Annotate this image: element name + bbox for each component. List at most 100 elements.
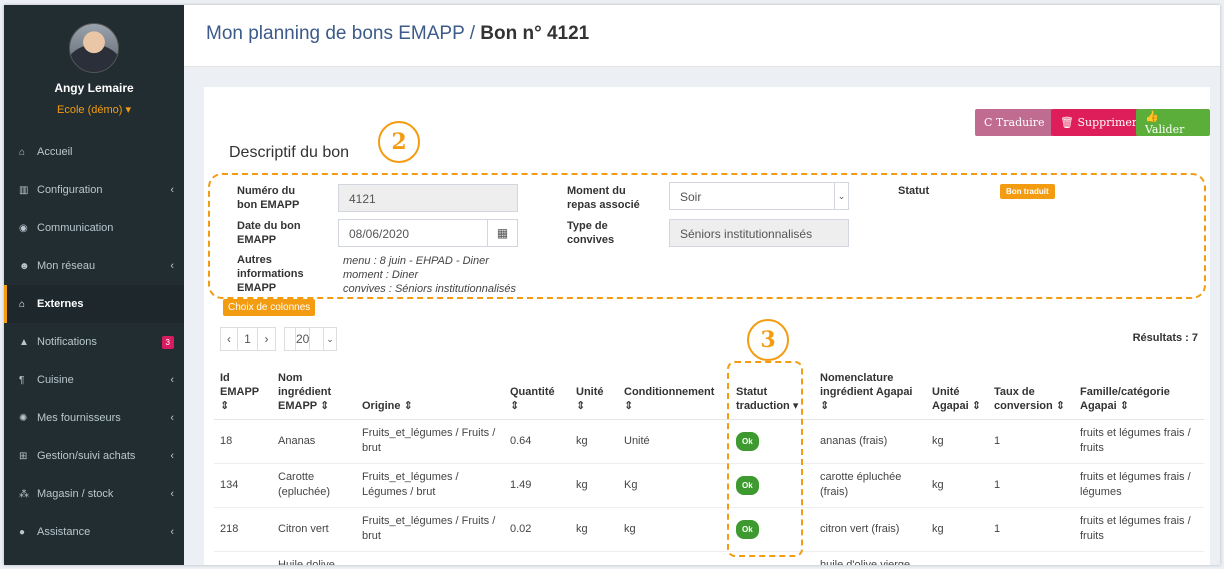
moment-label: Moment du repas associé [567, 185, 640, 211]
traduire-button[interactable]: C Traduire [975, 109, 1054, 136]
sidebar-item-5[interactable]: ▲ Notifications 3 [4, 323, 184, 361]
statut-label: Statut [898, 185, 930, 197]
table-row[interactable]: 18 Ananas Fruits_et_légumes / Fruits / bru… [214, 418, 1204, 463]
main-content: Mon planning de bons EMAPP / Bon n° 4121… [184, 5, 1220, 565]
callout-2: 2 [378, 121, 420, 163]
sidebar-item-0[interactable]: ⌂ Accueil [4, 133, 184, 171]
sidebar-item-label: Gestion/suivi achats [37, 450, 136, 462]
sidebar-item-2[interactable]: ◉ Communication [4, 209, 184, 247]
column-header[interactable]: Famille/catégorie Agapai ⇕ [1074, 361, 1204, 420]
chevron-down-icon: ⌄ [323, 327, 337, 351]
table-row[interactable]: 134 Carotte (epluchée) Fruits_et_légumes /… [214, 462, 1204, 507]
table-cell: fruits et légumes frais / légumes [1074, 462, 1204, 507]
type-label: Type de convives [567, 220, 615, 246]
table-cell: Citron vert [272, 506, 356, 551]
table-header-row: Id EMAPP ⇕ Nom ingrédient EMAPP ⇕ Origine … [214, 361, 1204, 420]
page-size-select[interactable]: 20 ⌄ [284, 327, 337, 351]
status-badge: Bon traduit [1000, 184, 1055, 199]
table-cell: 0.64 [504, 418, 570, 463]
pagination: ‹ 1 › 20 ⌄ [220, 327, 337, 351]
sidebar-item-label: Mes fournisseurs [37, 412, 121, 424]
table-cell: fruits et légumes frais / fruits [1074, 506, 1204, 551]
table-cell: Fruits_et_légumes / Fruits / brut [356, 418, 504, 463]
table-cell [356, 550, 504, 565]
sidebar-item-label: Notifications [37, 336, 97, 348]
column-header[interactable]: Unité ⇕ [570, 361, 618, 420]
table-cell: kg [570, 462, 618, 507]
sidebar-item-10[interactable]: ● Assistance ‹ [4, 513, 184, 551]
table-cell: kg [570, 506, 618, 551]
table-cell: kg [926, 506, 988, 551]
sidebar-item-9[interactable]: ⁂ Magasin / stock ‹ [4, 475, 184, 513]
table-cell: ananas (frais) [814, 418, 926, 463]
table-cell [214, 550, 272, 565]
ingredients-table: Id EMAPP ⇕ Nom ingrédient EMAPP ⇕ Origine … [214, 361, 1204, 565]
column-header[interactable]: Unité Agapai ⇕ [926, 361, 988, 420]
chevron-left-icon: ‹ [170, 450, 174, 462]
table-cell: citron vert (frais) [814, 506, 926, 551]
chevron-left-icon: ‹ [170, 412, 174, 424]
valider-button[interactable]: 👍 Valider [1136, 109, 1210, 136]
next-page-button[interactable]: › [258, 327, 276, 351]
sidebar-item-label: Communication [37, 222, 114, 234]
statut-traduction-highlight [727, 361, 803, 557]
column-header[interactable]: Nom ingrédient EMAPP ⇕ [272, 361, 356, 420]
prev-page-button[interactable]: ‹ [220, 327, 238, 351]
table-cell: 1.49 [504, 462, 570, 507]
sidebar-item-3[interactable]: ☻ Mon réseau ‹ [4, 247, 184, 285]
column-header[interactable]: Nomenclature ingrédient Agapai ⇕ [814, 361, 926, 420]
table-cell: 1 [988, 506, 1074, 551]
moment-value: Soir [680, 190, 702, 204]
sidebar: Angy Lemaire Ecole (démo) ▾ ⌂ Accueil ▥ Con… [4, 5, 184, 565]
sidebar-menu: ⌂ Accueil ▥ Configuration ‹ ◉ Communication ☻ Mo… [4, 133, 184, 551]
chevron-left-icon: ‹ [170, 184, 174, 196]
sidebar-item-6[interactable]: ¶ Cuisine ‹ [4, 361, 184, 399]
table-cell [988, 550, 1074, 565]
sidebar-item-label: Mon réseau [37, 260, 96, 272]
bank-icon: ▥ [19, 184, 29, 196]
column-header[interactable]: Quantité ⇕ [504, 361, 570, 420]
table-cell [926, 550, 988, 565]
table-cell [618, 550, 730, 565]
column-header[interactable]: Origine ⇕ [356, 361, 504, 420]
table-row[interactable]: Huile dolive huile d'olive vierge [214, 550, 1204, 565]
user-panel: Angy Lemaire Ecole (démo) ▾ [4, 5, 184, 133]
page-title-bold: Bon n° 4121 [480, 23, 590, 44]
table-cell [1074, 550, 1204, 565]
sidebar-item-8[interactable]: ⊞ Gestion/suivi achats ‹ [4, 437, 184, 475]
supprimer-button[interactable]: 🗑 Supprimer [1051, 109, 1147, 136]
sidebar-item-4[interactable]: ⌂ Externes [4, 285, 184, 323]
table-cell: 134 [214, 462, 272, 507]
table-cell: kg [618, 506, 730, 551]
sidebar-item-label: Externes [37, 298, 84, 310]
choix-colonnes-button[interactable]: Choix de colonnes [223, 299, 316, 316]
org-dropdown[interactable]: Ecole (démo) ▾ [4, 103, 184, 116]
date-field[interactable]: 08/06/2020 ▦ [338, 219, 518, 247]
autres-label: Autres informations EMAPP [237, 254, 304, 294]
chevron-left-icon: ‹ [170, 526, 174, 538]
users-icon: ☻ [19, 260, 30, 272]
autres-info: menu : 8 juin - EHPAD - Diner moment : D… [343, 254, 516, 296]
home-icon: ⌂ [19, 146, 26, 158]
sidebar-item-label: Magasin / stock [37, 488, 114, 500]
cutlery-icon: ¶ [19, 374, 25, 386]
autres-line: moment : Diner [343, 269, 419, 281]
column-header[interactable]: Conditionnement ⇕ [618, 361, 730, 420]
column-header[interactable]: Id EMAPP ⇕ [214, 361, 272, 420]
autres-line: menu : 8 juin - EHPAD - Diner [343, 255, 489, 267]
numero-label: Numéro du bon EMAPP [237, 185, 300, 211]
cart-icon: ⊞ [19, 450, 28, 462]
table-row[interactable]: 218 Citron vert Fruits_et_légumes / Fruits… [214, 506, 1204, 551]
table-cell: Fruits_et_légumes / Fruits / brut [356, 506, 504, 551]
page-number[interactable]: 1 [238, 327, 258, 351]
moment-select[interactable]: Soir ⌄ [669, 182, 849, 210]
column-header[interactable]: Taux de conversion ⇕ [988, 361, 1074, 420]
sidebar-item-7[interactable]: ✺ Mes fournisseurs ‹ [4, 399, 184, 437]
comments-icon: ◉ [19, 222, 28, 234]
user-name: Angy Lemaire [54, 81, 134, 95]
chevron-left-icon: ‹ [170, 488, 174, 500]
calendar-icon[interactable]: ▦ [487, 220, 517, 246]
app-window: Angy Lemaire Ecole (démo) ▾ ⌂ Accueil ▥ Con… [4, 5, 1220, 565]
table-body: 18 Ananas Fruits_et_légumes / Fruits / bru… [214, 418, 1204, 565]
sidebar-item-1[interactable]: ▥ Configuration ‹ [4, 171, 184, 209]
